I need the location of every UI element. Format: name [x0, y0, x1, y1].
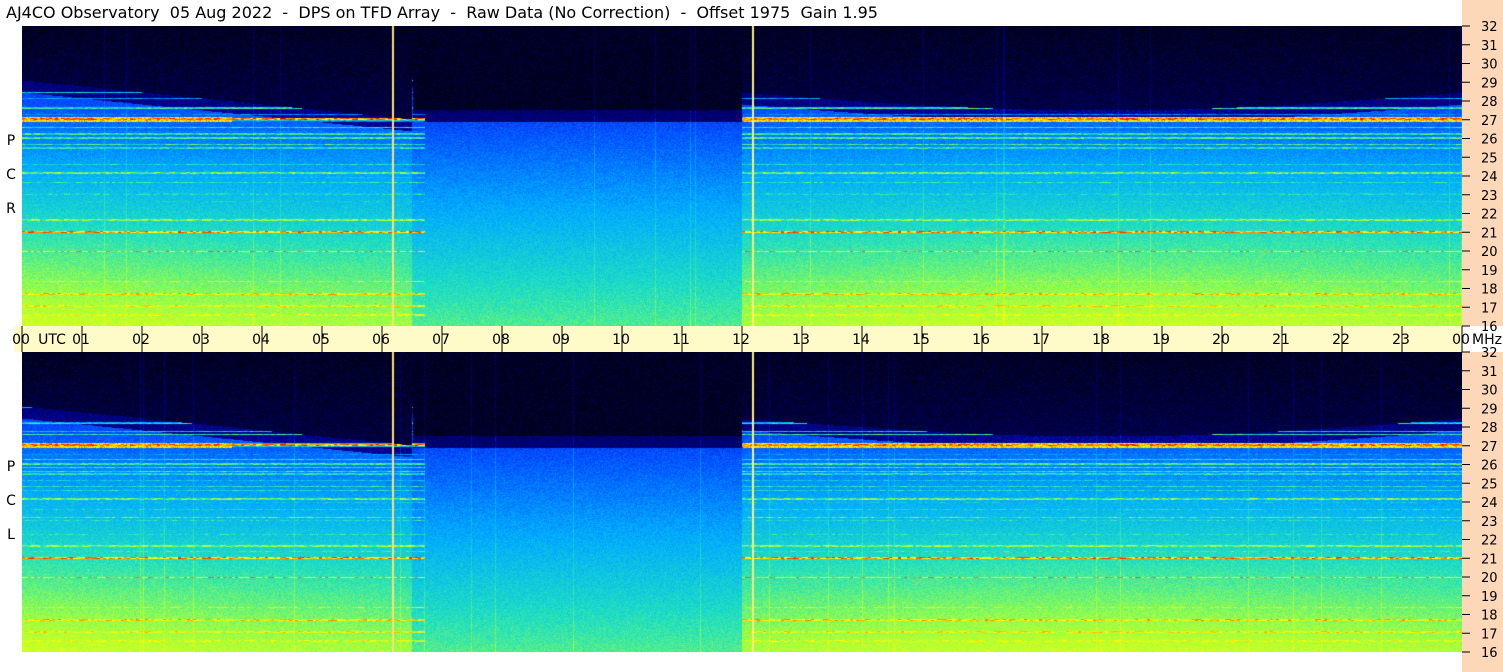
lcp-freq-tick-label: 20 [1481, 571, 1498, 586]
time-tick-label: 23 [1392, 332, 1410, 348]
time-tick-label: 13 [792, 332, 810, 348]
time-tick-label: 20 [1212, 332, 1230, 348]
rcp-freq-tick-label: 17 [1481, 301, 1498, 316]
lcp-freq-tick-label: 31 [1481, 365, 1498, 380]
rcp-freq-tick-label: 18 [1481, 283, 1498, 298]
time-tick-label: 04 [252, 332, 270, 348]
rcp-freq-tick-label: 27 [1481, 114, 1498, 129]
rcp-freq-tick-label: 32 [1481, 20, 1498, 35]
rcp-freq-tick-label: 31 [1481, 39, 1498, 54]
rcp-freq-tick-label: 16 [1481, 320, 1498, 335]
time-tick-label: 11 [672, 332, 690, 348]
rcp-freq-tick-label: 23 [1481, 189, 1498, 204]
axes-overlay: 00 01 02 03 04 05 06 07 08 09 10 11 12 13 14 15 16 17 18 19… [12, 20, 1502, 661]
time-tick-label: 15 [912, 332, 930, 348]
time-tick-label: 14 [852, 332, 870, 348]
time-tick-label: 08 [492, 332, 510, 348]
rcp-freq-tick-label: 30 [1481, 58, 1498, 73]
time-tick-label: 12 [732, 332, 750, 348]
time-tick-label: 22 [1332, 332, 1350, 348]
rcp-freq-tick-label: 20 [1481, 245, 1498, 260]
rcp-freq-tick-label: 24 [1481, 170, 1498, 185]
rcp-freq-tick-label: 22 [1481, 208, 1498, 223]
time-tick-label: 06 [372, 332, 390, 348]
time-tick-label: 02 [132, 332, 150, 348]
rcp-freq-tick-label: 19 [1481, 264, 1498, 279]
lcp-freq-tick-label: 17 [1481, 627, 1498, 642]
time-tick-label: 18 [1092, 332, 1110, 348]
time-tick-label: 03 [192, 332, 210, 348]
lcp-freq-tick-label: 23 [1481, 515, 1498, 530]
lcp-freq-tick-label: 32 [1481, 346, 1498, 361]
rcp-freq-tick-label: 26 [1481, 133, 1498, 148]
time-tick-label: 19 [1152, 332, 1170, 348]
lcp-freq-tick-label: 30 [1481, 384, 1498, 399]
time-tick-label: 05 [312, 332, 330, 348]
time-tick-label: 07 [432, 332, 450, 348]
lcp-freq-tick-label: 18 [1481, 609, 1498, 624]
time-unit-label: UTC [38, 332, 66, 348]
lcp-freq-tick-label: 21 [1481, 552, 1498, 567]
lcp-freq-tick-label: 16 [1481, 646, 1498, 661]
lcp-freq-tick-label: 26 [1481, 459, 1498, 474]
rcp-freq-tick-label: 29 [1481, 76, 1498, 91]
time-tick-label: 09 [552, 332, 570, 348]
rcp-freq-tick-label: 25 [1481, 151, 1498, 166]
lcp-freq-tick-label: 24 [1481, 496, 1498, 511]
rcp-freq-tick-label: 28 [1481, 95, 1498, 110]
time-tick-label: 00 [12, 332, 30, 348]
time-tick-label: 17 [1032, 332, 1050, 348]
lcp-freq-tick-label: 29 [1481, 402, 1498, 417]
lcp-freq-tick-label: 27 [1481, 440, 1498, 455]
time-tick-label: 16 [972, 332, 990, 348]
lcp-freq-tick-label: 22 [1481, 534, 1498, 549]
lcp-freq-tick-label: 25 [1481, 477, 1498, 492]
lcp-freq-tick-label: 19 [1481, 590, 1498, 605]
time-tick-label: 01 [72, 332, 90, 348]
lcp-freq-tick-label: 28 [1481, 421, 1498, 436]
time-tick-label: 10 [612, 332, 630, 348]
time-tick-label: 21 [1272, 332, 1290, 348]
time-tick-label: 00 [1452, 332, 1470, 348]
rcp-freq-tick-label: 21 [1481, 226, 1498, 241]
